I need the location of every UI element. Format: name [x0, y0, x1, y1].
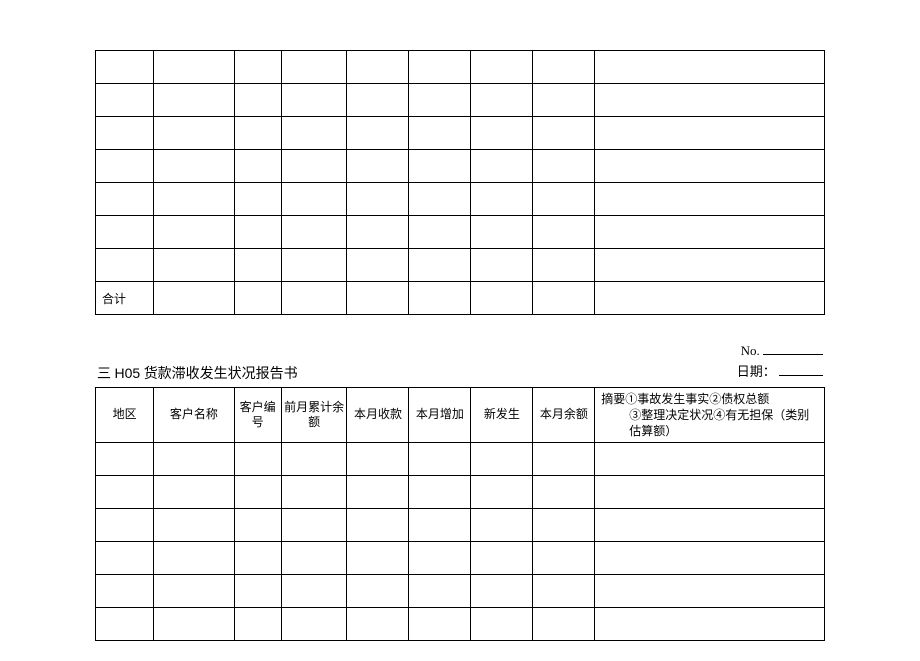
- col-new-occur: 新发生: [471, 387, 533, 443]
- date-label: 日期：: [737, 364, 776, 379]
- summary-line1: 摘要①事故发生事实②债权总额: [601, 391, 818, 407]
- upper-table: 合计: [95, 50, 825, 315]
- col-this-month-increase: 本月增加: [409, 387, 471, 443]
- summary-line2: ③整理决定状况④有无担保（类别估算额）: [601, 407, 818, 439]
- total-label: 合计: [96, 282, 154, 315]
- no-field: No.: [737, 341, 823, 362]
- table-row: [96, 150, 825, 183]
- table-row: [96, 183, 825, 216]
- table-row: [96, 84, 825, 117]
- lower-table: 地区 客户名称 客户编号 前月累计余额 本月收款 本月增加 新发生 本月余额 摘…: [95, 387, 825, 642]
- section-prefix: 三: [97, 367, 111, 382]
- table-row: [96, 51, 825, 84]
- col-customer-name: 客户名称: [154, 387, 234, 443]
- section-meta: No. 日期：: [737, 341, 823, 383]
- section-title: 三 H05 货款滞收发生状况报告书: [97, 363, 298, 383]
- section-header: 三 H05 货款滞收发生状况报告书 No. 日期：: [95, 341, 825, 383]
- col-prev-balance: 前月累计余额: [281, 387, 347, 443]
- no-label: No.: [741, 343, 760, 358]
- table-row: [96, 608, 825, 641]
- table-row: [96, 216, 825, 249]
- table-row: [96, 249, 825, 282]
- section-code: H05: [115, 365, 141, 381]
- no-value: [763, 354, 823, 355]
- section-title-text: 货款滞收发生状况报告书: [144, 367, 298, 382]
- col-customer-no: 客户编号: [234, 387, 281, 443]
- date-field: 日期：: [737, 362, 823, 383]
- col-region: 地区: [96, 387, 154, 443]
- table-row: [96, 476, 825, 509]
- col-this-month-receipt: 本月收款: [347, 387, 409, 443]
- date-value: [779, 375, 823, 376]
- table-row: [96, 575, 825, 608]
- col-summary: 摘要①事故发生事实②债权总额 ③整理决定状况④有无担保（类别估算额）: [595, 387, 825, 443]
- table-row: [96, 443, 825, 476]
- table-row: [96, 542, 825, 575]
- table-row: [96, 117, 825, 150]
- total-row: 合计: [96, 282, 825, 315]
- col-this-month-balance: 本月余额: [533, 387, 595, 443]
- table-row: [96, 509, 825, 542]
- header-row: 地区 客户名称 客户编号 前月累计余额 本月收款 本月增加 新发生 本月余额 摘…: [96, 387, 825, 443]
